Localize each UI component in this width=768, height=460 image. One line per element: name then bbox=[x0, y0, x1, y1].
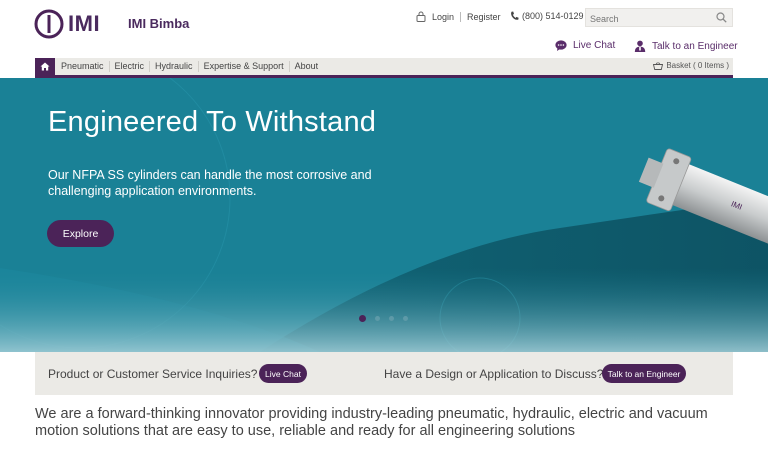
inquiry-live-chat-button[interactable]: Live Chat bbox=[259, 364, 307, 383]
imi-logo-mark bbox=[34, 9, 64, 39]
login-link[interactable]: Login bbox=[432, 12, 454, 22]
basket-link[interactable]: Basket ( 0 Items ) bbox=[653, 61, 729, 70]
carousel-dot-4[interactable] bbox=[403, 316, 408, 321]
inquiry-talk-engineer-button[interactable]: Talk to an Engineer bbox=[602, 364, 686, 383]
hero-title: Engineered To Withstand bbox=[48, 106, 377, 138]
carousel-dot-1[interactable] bbox=[359, 315, 366, 322]
hero-banner: IMI Engineered To Withstand Our NFPA SS … bbox=[0, 78, 768, 352]
nav-home-button[interactable] bbox=[35, 58, 55, 75]
nav-item-expertise-support[interactable]: Expertise & Support bbox=[199, 61, 290, 72]
phone-icon bbox=[511, 11, 519, 20]
brand-name: IMI Bimba bbox=[128, 16, 190, 31]
chat-bubble-icon bbox=[555, 40, 567, 51]
header-live-chat-label: Live Chat bbox=[573, 40, 616, 51]
phone-number: (800) 514-0129 bbox=[522, 11, 584, 21]
basket-icon bbox=[653, 61, 664, 70]
header-live-chat-link[interactable]: Live Chat bbox=[555, 40, 615, 51]
nav-item-electric[interactable]: Electric bbox=[110, 61, 151, 72]
nav-item-hydraulic[interactable]: Hydraulic bbox=[150, 61, 199, 72]
search-input[interactable] bbox=[586, 10, 706, 28]
basket-label: Basket ( 0 Items ) bbox=[666, 61, 729, 70]
main-nav: Pneumatic Electric Hydraulic Expertise &… bbox=[35, 58, 733, 78]
divider bbox=[460, 11, 462, 22]
carousel-dot-2[interactable] bbox=[375, 316, 380, 321]
inquiry-right-text: Have a Design or Application to Discuss? bbox=[384, 367, 604, 381]
header-talk-engineer-label: Talk to an Engineer bbox=[652, 40, 738, 52]
inquiry-bar: Product or Customer Service Inquiries? L… bbox=[35, 352, 733, 395]
account-links: Login Register bbox=[416, 11, 501, 22]
register-link[interactable]: Register bbox=[467, 12, 501, 22]
home-icon bbox=[40, 62, 50, 71]
nav-item-pneumatic[interactable]: Pneumatic bbox=[55, 61, 110, 72]
explore-button[interactable]: Explore bbox=[47, 220, 114, 247]
company-tagline: We are a forward-thinking innovator prov… bbox=[35, 406, 708, 439]
search-icon[interactable] bbox=[716, 12, 727, 23]
hero-copy: Our NFPA SS cylinders can handle the mos… bbox=[48, 168, 372, 198]
inquiry-left-text: Product or Customer Service Inquiries? bbox=[48, 367, 258, 381]
lock-icon bbox=[416, 11, 426, 22]
site-header: IMI IMI Bimba Login Register (800) 514-0… bbox=[0, 0, 768, 58]
nav-items: Pneumatic Electric Hydraulic Expertise &… bbox=[55, 58, 323, 75]
phone-link[interactable]: (800) 514-0129 bbox=[510, 11, 584, 21]
search-box bbox=[585, 8, 733, 28]
nav-item-about[interactable]: About bbox=[290, 61, 324, 72]
imi-logo[interactable]: IMI bbox=[34, 9, 100, 39]
carousel-dot-3[interactable] bbox=[389, 316, 394, 321]
carousel-dots bbox=[359, 315, 417, 322]
logo-text: IMI bbox=[68, 11, 101, 36]
header-talk-engineer-link[interactable]: Talk to an Engineer bbox=[634, 40, 738, 52]
engineer-icon bbox=[634, 40, 646, 52]
